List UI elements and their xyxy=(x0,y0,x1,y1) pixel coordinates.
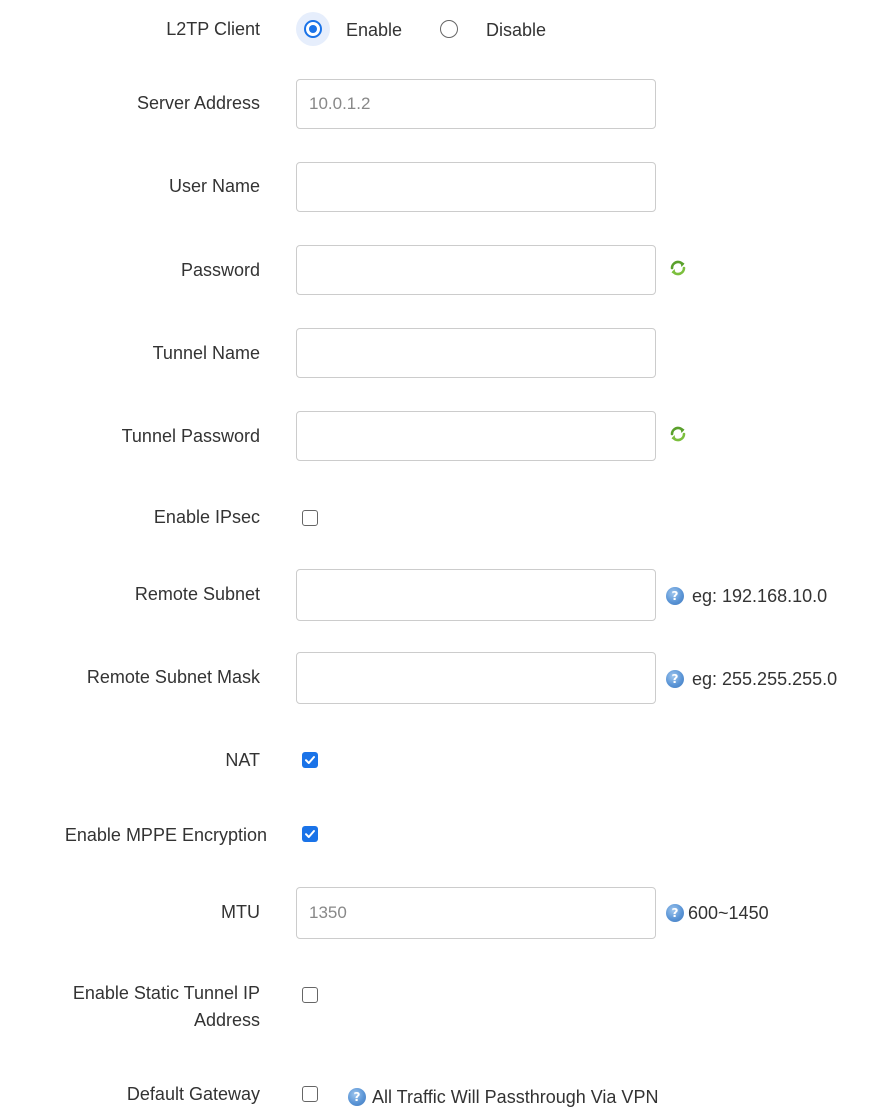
help-icon: ? xyxy=(666,670,684,688)
mppe-label: Enable MPPE Encryption xyxy=(64,825,267,845)
default-gateway-label: Default Gateway xyxy=(126,1084,260,1104)
password-input[interactable] xyxy=(296,245,656,295)
remote-subnet-label: Remote Subnet xyxy=(134,584,260,604)
enable-radio-label[interactable]: Enable xyxy=(346,18,402,42)
password-label: Password xyxy=(180,260,260,280)
enable-radio[interactable] xyxy=(304,20,322,38)
user-name-label: User Name xyxy=(168,176,260,196)
remote-subnet-mask-input[interactable] xyxy=(296,652,656,704)
remote-subnet-hint: eg: 192.168.10.0 xyxy=(692,586,828,606)
server-address-label: Server Address xyxy=(136,93,260,113)
remote-subnet-input[interactable] xyxy=(296,569,656,621)
tunnel-name-input[interactable] xyxy=(296,328,656,378)
tunnel-password-input[interactable] xyxy=(296,411,656,461)
nat-checkbox[interactable] xyxy=(302,752,318,768)
refresh-icon[interactable] xyxy=(668,424,688,444)
mtu-hint: 600~1450 xyxy=(688,903,769,923)
help-icon: ? xyxy=(348,1088,366,1106)
refresh-icon[interactable] xyxy=(668,258,688,278)
tunnel-password-label: Tunnel Password xyxy=(121,426,260,446)
help-icon: ? xyxy=(666,587,684,605)
nat-label: NAT xyxy=(225,750,260,770)
check-icon xyxy=(305,756,315,764)
enable-ipsec-checkbox[interactable] xyxy=(302,510,318,526)
disable-radio-label[interactable]: Disable xyxy=(486,18,546,42)
tunnel-name-label: Tunnel Name xyxy=(152,343,260,363)
l2tp-client-label: L2TP Client xyxy=(166,19,260,39)
mtu-label: MTU xyxy=(221,902,260,922)
disable-radio[interactable] xyxy=(440,20,458,38)
enable-ipsec-label: Enable IPsec xyxy=(153,507,260,527)
server-address-input[interactable] xyxy=(296,79,656,129)
mppe-checkbox[interactable] xyxy=(302,826,318,842)
user-name-input[interactable] xyxy=(296,162,656,212)
default-gateway-checkbox[interactable] xyxy=(302,1086,318,1102)
default-gateway-hint: All Traffic Will Passthrough Via VPN xyxy=(372,1087,659,1107)
remote-subnet-mask-label: Remote Subnet Mask xyxy=(86,667,260,687)
check-icon xyxy=(305,830,315,838)
mtu-input[interactable] xyxy=(296,887,656,939)
static-tunnel-ip-label: Enable Static Tunnel IP Address xyxy=(72,983,260,1030)
static-tunnel-ip-checkbox[interactable] xyxy=(302,987,318,1003)
help-icon: ? xyxy=(666,904,684,922)
remote-subnet-mask-hint: eg: 255.255.255.0 xyxy=(692,669,838,689)
